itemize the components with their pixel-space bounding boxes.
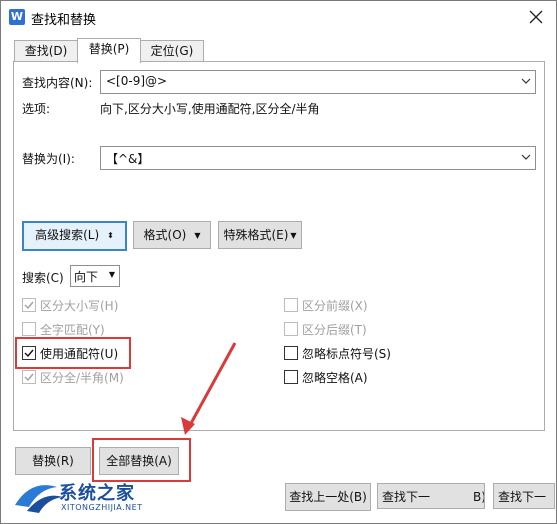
watermark-text: 系统之家 [59,483,135,504]
find-next-button[interactable]: 查找下一 B) [377,483,485,509]
find-next-label-tail: B) [473,490,485,504]
find-next-label: 查找下一 [382,490,431,504]
find-previous-button[interactable]: 查找上一处(B) [285,483,371,511]
watermark-subtext: XITONGZHIJIA.NET [61,503,143,512]
annotation-arrow [181,342,237,435]
find-replace-dialog: W 查找和替换 查找(D) 替换(P) 定位(G) 查找内容(N): <[0-9… [0,0,557,524]
find-next-button-2[interactable]: 查找下一 [493,483,555,509]
tab-replace[interactable]: 替换(P) [77,38,141,63]
